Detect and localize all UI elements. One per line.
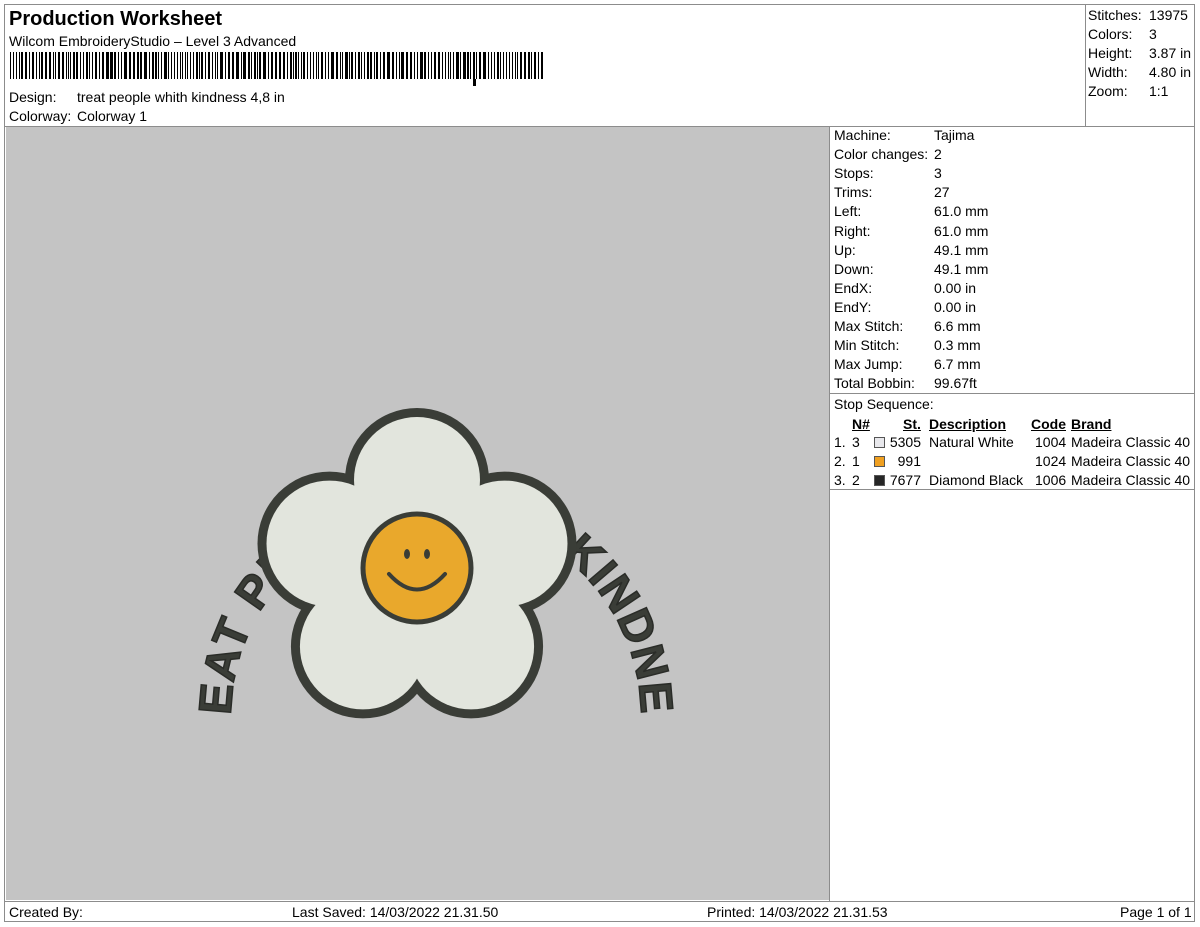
machine-info-value: 61.0 mm xyxy=(934,223,989,239)
machine-info-value: 6.7 mm xyxy=(934,356,981,372)
zoom-value: 1:1 xyxy=(1149,83,1169,99)
row-stitches: 991 xyxy=(897,453,921,469)
machine-info-label: Total Bobbin: xyxy=(834,375,915,391)
header-brand: Brand xyxy=(1071,416,1112,432)
stop-sequence-title: Stop Sequence: xyxy=(834,396,934,412)
machine-info-value: 27 xyxy=(934,184,950,200)
row-index: 3. xyxy=(834,472,846,488)
created-by: Created By: xyxy=(9,904,83,920)
row-brand: Madeira Classic 40 xyxy=(1071,434,1191,450)
header-st: St. xyxy=(903,416,921,432)
page-number: Page 1 of 1 xyxy=(1120,904,1192,920)
row-code: 1006 xyxy=(1035,472,1067,488)
row-needle: 3 xyxy=(852,434,860,450)
barcode xyxy=(10,52,543,86)
machine-info-value: 0.00 in xyxy=(934,280,977,296)
machine-info-value: 6.6 mm xyxy=(934,318,981,334)
colorway-value: Colorway 1 xyxy=(77,108,148,124)
row-code: 1024 xyxy=(1035,453,1067,469)
machine-info-value: 99.67ft xyxy=(934,375,977,391)
header-description: Description xyxy=(929,416,1007,432)
row-brand: Madeira Classic 40 xyxy=(1071,472,1191,488)
machine-info-label: Machine: xyxy=(834,127,891,143)
machine-info-label: Max Jump: xyxy=(834,356,903,372)
stitches-label: Stitches: xyxy=(1088,7,1142,23)
machine-info-label: Trims: xyxy=(834,184,873,200)
row-needle: 1 xyxy=(852,453,860,469)
zoom-label: Zoom: xyxy=(1088,83,1128,99)
colorway-label: Colorway: xyxy=(9,108,72,124)
design-value: treat people whith kindness 4,8 in xyxy=(77,89,285,105)
machine-info-value: 61.0 mm xyxy=(934,203,989,219)
footer-divider xyxy=(4,901,1195,902)
row-stitches: 7677 xyxy=(889,472,921,488)
machine-info-label: Max Stitch: xyxy=(834,318,904,334)
color-swatch xyxy=(874,456,885,467)
row-description: Diamond Black xyxy=(929,472,1024,488)
machine-info-value: Tajima xyxy=(934,127,975,143)
header-code: Code xyxy=(1031,416,1066,432)
embroidery-design: TREAT PEOPLE WITH KINDNESS xyxy=(0,74,683,719)
machine-info-value: 0.3 mm xyxy=(934,337,981,353)
machine-info-label: EndX: xyxy=(834,280,873,296)
machine-info-label: Right: xyxy=(834,223,871,239)
machine-info-label: Stops: xyxy=(834,165,874,181)
last-saved: Last Saved: 14/03/2022 21.31.50 xyxy=(292,904,499,920)
row-description: Natural White xyxy=(929,434,1014,450)
height-value: 3.87 in xyxy=(1149,45,1192,61)
height-label: Height: xyxy=(1088,45,1133,61)
row-index: 2. xyxy=(834,453,846,469)
stop-table-bottom-divider xyxy=(829,489,1195,490)
printed-date: Printed: 14/03/2022 21.31.53 xyxy=(707,904,888,920)
machine-info-value: 3 xyxy=(934,165,942,181)
width-label: Width: xyxy=(1088,64,1128,80)
smiley-face-icon xyxy=(360,511,474,625)
design-label: Design: xyxy=(9,89,57,105)
machine-info-label: Up: xyxy=(834,242,856,258)
design-preview: TREAT PEOPLE WITH KINDNESS xyxy=(0,74,829,900)
panel-divider xyxy=(829,126,830,901)
row-needle: 2 xyxy=(852,472,860,488)
machine-info-value: 2 xyxy=(934,146,942,162)
colors-label: Colors: xyxy=(1088,26,1133,42)
machine-info-value: 0.00 in xyxy=(934,299,977,315)
machine-info-label: Left: xyxy=(834,203,862,219)
colors-value: 3 xyxy=(1149,26,1157,42)
color-swatch xyxy=(874,437,885,448)
machine-info-label: Down: xyxy=(834,261,874,277)
row-code: 1004 xyxy=(1035,434,1067,450)
machine-info-label: Color changes: xyxy=(834,146,929,162)
row-index: 1. xyxy=(834,434,846,450)
machine-info-label: Min Stitch: xyxy=(834,337,900,353)
machine-info-label: EndY: xyxy=(834,299,872,315)
header-n: N# xyxy=(852,416,870,432)
color-swatch xyxy=(874,475,885,486)
machine-info-value: 49.1 mm xyxy=(934,261,989,277)
machine-info-value: 49.1 mm xyxy=(934,242,989,258)
summary-divider xyxy=(1085,4,1086,126)
stop-sequence-divider xyxy=(829,393,1195,394)
row-brand: Madeira Classic 40 xyxy=(1071,453,1191,469)
width-value: 4.80 in xyxy=(1149,64,1192,80)
software-name: Wilcom EmbroideryStudio – Level 3 Advanc… xyxy=(9,33,297,49)
row-stitches: 5305 xyxy=(889,434,921,450)
page-title: Production Worksheet xyxy=(9,8,222,30)
stitches-value: 13975 xyxy=(1149,7,1188,23)
